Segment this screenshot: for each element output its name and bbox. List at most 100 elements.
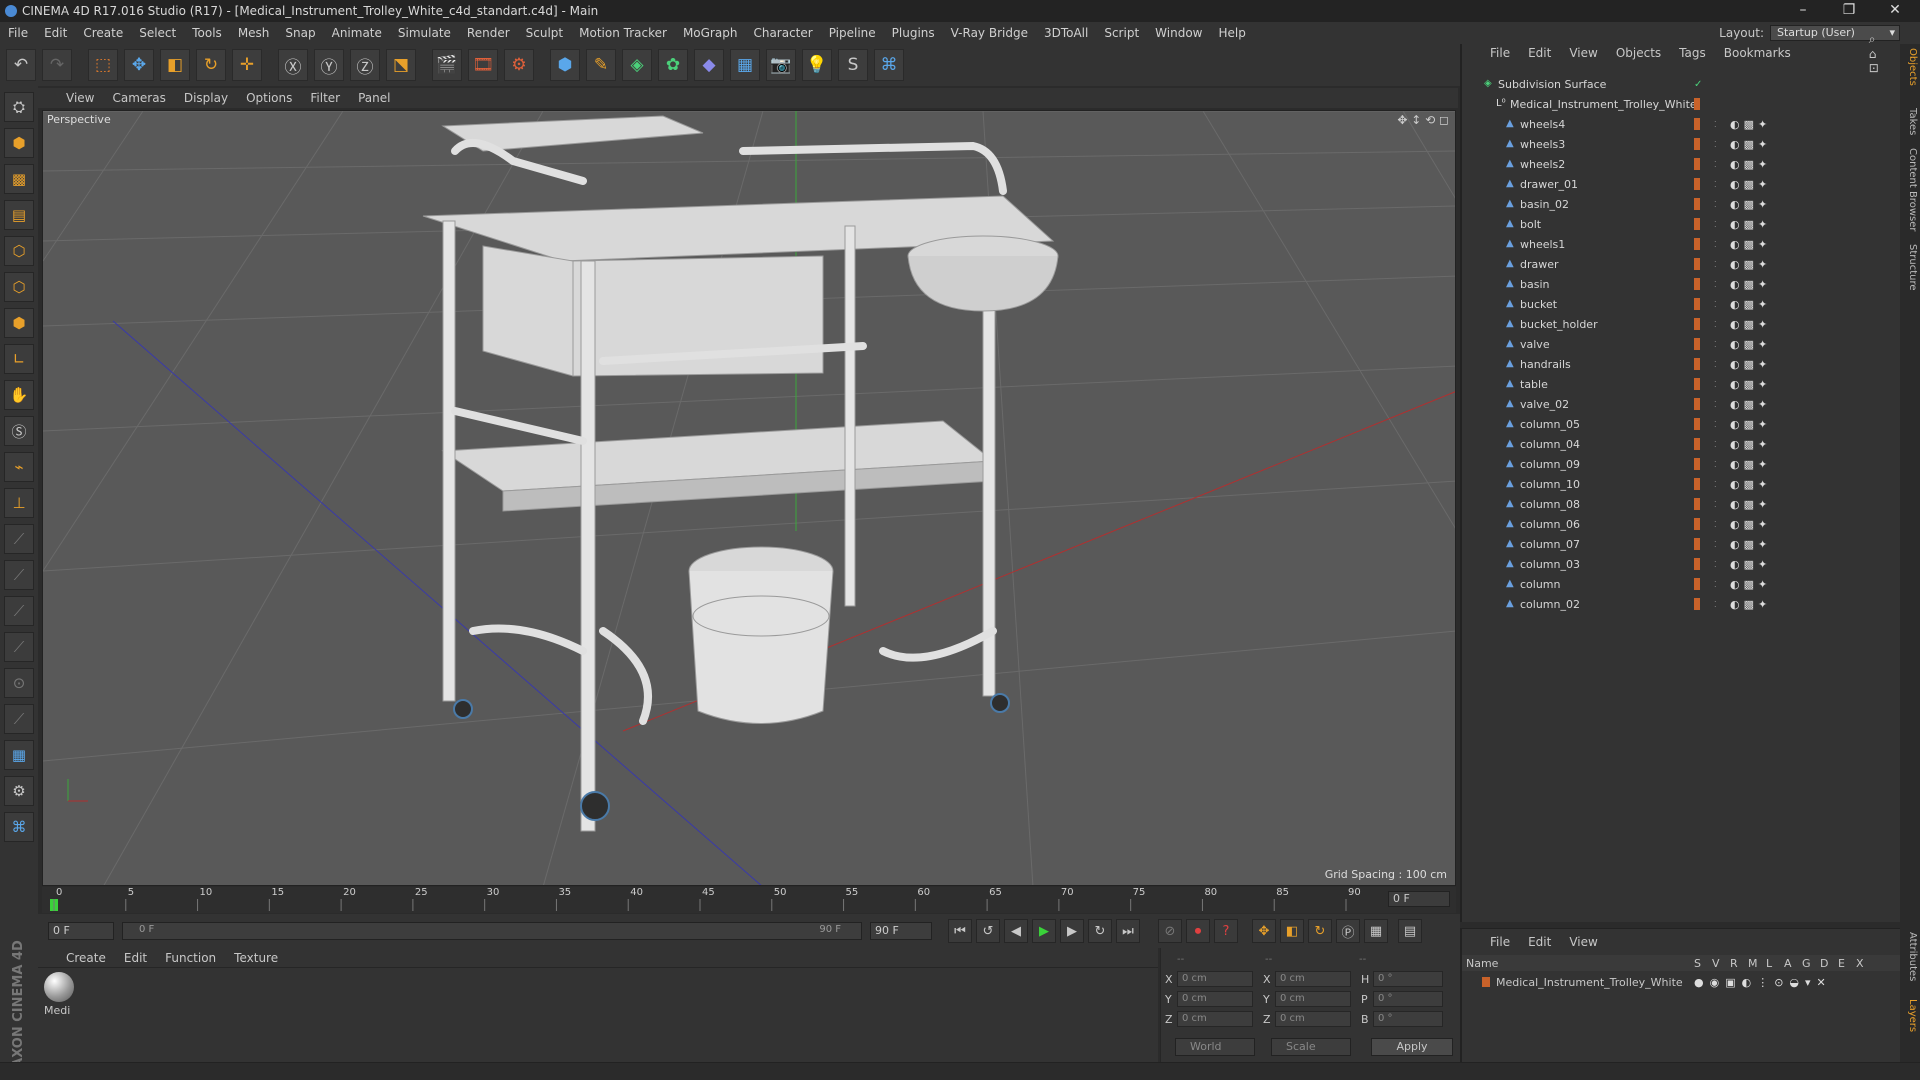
menu-3dtoall[interactable]: 3DToAll bbox=[1044, 26, 1088, 40]
menu-vray-bridge[interactable]: V-Ray Bridge bbox=[951, 26, 1028, 40]
perspective-viewport[interactable]: Perspective Grid Spacing : 100 cm ✥ ↕ ⟲ … bbox=[42, 110, 1456, 886]
object-name[interactable]: wheels2 bbox=[1520, 158, 1565, 171]
object-row-bucket[interactable]: ▲ bucket ⁚ ◐▩✦ bbox=[1462, 294, 1900, 314]
visibility-dots-icon[interactable]: ⁚ bbox=[1714, 560, 1717, 569]
next-key-icon[interactable]: ↻ bbox=[1088, 919, 1112, 943]
object-name[interactable]: column bbox=[1520, 578, 1561, 591]
visibility-dots-icon[interactable]: ⁚ bbox=[1714, 380, 1717, 389]
scale-dropdown[interactable]: Scale bbox=[1271, 1038, 1351, 1056]
rotation-p-field[interactable]: 0 ° bbox=[1373, 991, 1443, 1007]
render-view-icon[interactable]: 🎬 bbox=[432, 49, 462, 81]
menu-animate[interactable]: Animate bbox=[332, 26, 382, 40]
visibility-dots-icon[interactable]: ⁚ bbox=[1714, 140, 1717, 149]
next-frame-icon[interactable]: ▶ bbox=[1060, 919, 1084, 943]
minimize-button[interactable]: – bbox=[1780, 0, 1826, 22]
visibility-dots-icon[interactable]: ⁚ bbox=[1714, 220, 1717, 229]
object-name[interactable]: basin_02 bbox=[1520, 198, 1569, 211]
material-tags-icon[interactable]: ◐▩✦ bbox=[1730, 118, 1771, 131]
object-menu-edit[interactable]: Edit bbox=[1528, 46, 1551, 60]
redo-icon[interactable]: ↷ bbox=[42, 49, 72, 81]
object-row-column[interactable]: ▲ column ⁚ ◐▩✦ bbox=[1462, 574, 1900, 594]
layer-menu-file[interactable]: File bbox=[1490, 935, 1510, 949]
visibility-dots-icon[interactable]: ⁚ bbox=[1714, 460, 1717, 469]
go-to-end-icon[interactable]: ⏭ bbox=[1116, 919, 1140, 943]
pen-icon[interactable]: ✎ bbox=[586, 49, 616, 81]
light-icon[interactable]: 💡 bbox=[802, 49, 832, 81]
size-z-field[interactable]: 0 cm bbox=[1275, 1011, 1351, 1027]
material-tags-icon[interactable]: ◐▩✦ bbox=[1730, 238, 1771, 251]
lock-z-icon[interactable]: ⟋ bbox=[4, 596, 34, 626]
go-to-start-icon[interactable]: ⏮ bbox=[948, 919, 972, 943]
menu-select[interactable]: Select bbox=[139, 26, 176, 40]
coordinate-system-icon[interactable]: ⬔ bbox=[386, 49, 416, 81]
side-tab-takes[interactable]: Takes bbox=[1902, 108, 1918, 135]
material-tags-icon[interactable]: ◐▩✦ bbox=[1730, 458, 1771, 471]
live-selection-icon[interactable]: ⬚ bbox=[88, 49, 118, 81]
start-frame-field[interactable]: 0 F bbox=[48, 922, 114, 940]
menu-render[interactable]: Render bbox=[467, 26, 510, 40]
side-tab-structure[interactable]: Structure bbox=[1902, 244, 1918, 291]
floor-icon[interactable]: ▦ bbox=[730, 49, 760, 81]
timeline-layout-icon[interactable]: ▤ bbox=[1398, 919, 1422, 943]
sketch-icon[interactable]: S bbox=[838, 49, 868, 81]
frame-range-slider[interactable]: 0 F 90 F bbox=[122, 922, 862, 940]
object-menu-bookmarks[interactable]: Bookmarks bbox=[1724, 46, 1791, 60]
workplane-axis-icon[interactable]: ⊥ bbox=[4, 488, 34, 518]
snapping-icon[interactable]: ⌁ bbox=[4, 452, 34, 482]
visibility-dots-icon[interactable]: ⁚ bbox=[1714, 320, 1717, 329]
viewport-menu-panel[interactable]: Panel bbox=[358, 91, 390, 105]
visibility-dots-icon[interactable]: ⁚ bbox=[1714, 160, 1717, 169]
object-menu-file[interactable]: File bbox=[1490, 46, 1510, 60]
undo-icon[interactable]: ↶ bbox=[6, 49, 36, 81]
material-tags-icon[interactable]: ◐▩✦ bbox=[1730, 538, 1771, 551]
transform-icon[interactable]: ✛ bbox=[232, 49, 262, 81]
previous-key-icon[interactable]: ↺ bbox=[976, 919, 1000, 943]
menu-script[interactable]: Script bbox=[1104, 26, 1139, 40]
move-icon[interactable]: ✥ bbox=[124, 49, 154, 81]
visibility-dots-icon[interactable]: ⁚ bbox=[1714, 400, 1717, 409]
brush-icon[interactable]: ⟋ bbox=[4, 632, 34, 662]
cube-icon[interactable]: ⬢ bbox=[550, 49, 580, 81]
material-tags-icon[interactable]: ◐▩✦ bbox=[1730, 398, 1771, 411]
lock-x-icon[interactable]: ⟋ bbox=[4, 524, 34, 554]
object-name[interactable]: column_04 bbox=[1520, 438, 1580, 451]
side-tab-content-browser[interactable]: Content Browser bbox=[1902, 148, 1918, 231]
z-axis-icon[interactable]: Ⓩ bbox=[350, 49, 380, 81]
material-menu-create[interactable]: Create bbox=[66, 951, 106, 965]
key-parameter-icon[interactable]: Ⓟ bbox=[1336, 919, 1360, 943]
object-row-wheels3[interactable]: ▲ wheels3 ⁚ ◐▩✦ bbox=[1462, 134, 1900, 154]
object-name[interactable]: bolt bbox=[1520, 218, 1541, 231]
material-preview-icon[interactable] bbox=[44, 972, 74, 1002]
object-name[interactable]: valve bbox=[1520, 338, 1550, 351]
object-row-valve[interactable]: ▲ valve ⁚ ◐▩✦ bbox=[1462, 334, 1900, 354]
menu-help[interactable]: Help bbox=[1218, 26, 1245, 40]
object-row-column-05[interactable]: ▲ column_05 ⁚ ◐▩✦ bbox=[1462, 414, 1900, 434]
material-tags-icon[interactable]: ◐▩✦ bbox=[1730, 278, 1771, 291]
object-row-bucket-holder[interactable]: ▲ bucket_holder ⁚ ◐▩✦ bbox=[1462, 314, 1900, 334]
close-button[interactable]: ✕ bbox=[1872, 0, 1918, 22]
object-name[interactable]: column_10 bbox=[1520, 478, 1580, 491]
menu-create[interactable]: Create bbox=[83, 26, 123, 40]
visibility-dots-icon[interactable]: ⁚ bbox=[1714, 180, 1717, 189]
material-tags-icon[interactable]: ◐▩✦ bbox=[1730, 338, 1771, 351]
object-name[interactable]: bucket bbox=[1520, 298, 1557, 311]
menu-file[interactable]: File bbox=[8, 26, 28, 40]
object-menu-tags[interactable]: Tags bbox=[1679, 46, 1706, 60]
end-frame-field[interactable]: 90 F bbox=[870, 922, 932, 940]
menu-mesh[interactable]: Mesh bbox=[238, 26, 270, 40]
object-name[interactable]: wheels3 bbox=[1520, 138, 1565, 151]
make-editable-icon[interactable]: ⛭ bbox=[4, 92, 34, 122]
key-position-icon[interactable]: ✥ bbox=[1252, 919, 1276, 943]
menu-window[interactable]: Window bbox=[1155, 26, 1202, 40]
enabled-check-icon[interactable]: ✓ bbox=[1694, 79, 1702, 90]
layer-row[interactable]: Medical_Instrument_Trolley_White ●◉▣◐⋮⊙◒… bbox=[1462, 973, 1900, 991]
menu-mograph[interactable]: MoGraph bbox=[683, 26, 738, 40]
tweak-mode-icon[interactable]: ✋ bbox=[4, 380, 34, 410]
object-name[interactable]: valve_02 bbox=[1520, 398, 1569, 411]
menu-edit[interactable]: Edit bbox=[44, 26, 67, 40]
object-name[interactable]: drawer bbox=[1520, 258, 1559, 271]
mograph-cloner-icon[interactable]: ✿ bbox=[658, 49, 688, 81]
current-frame-field[interactable]: 0 F bbox=[1388, 891, 1450, 907]
camera-icon[interactable]: 📷 bbox=[766, 49, 796, 81]
side-tab-attributes[interactable]: Attributes bbox=[1902, 932, 1918, 981]
